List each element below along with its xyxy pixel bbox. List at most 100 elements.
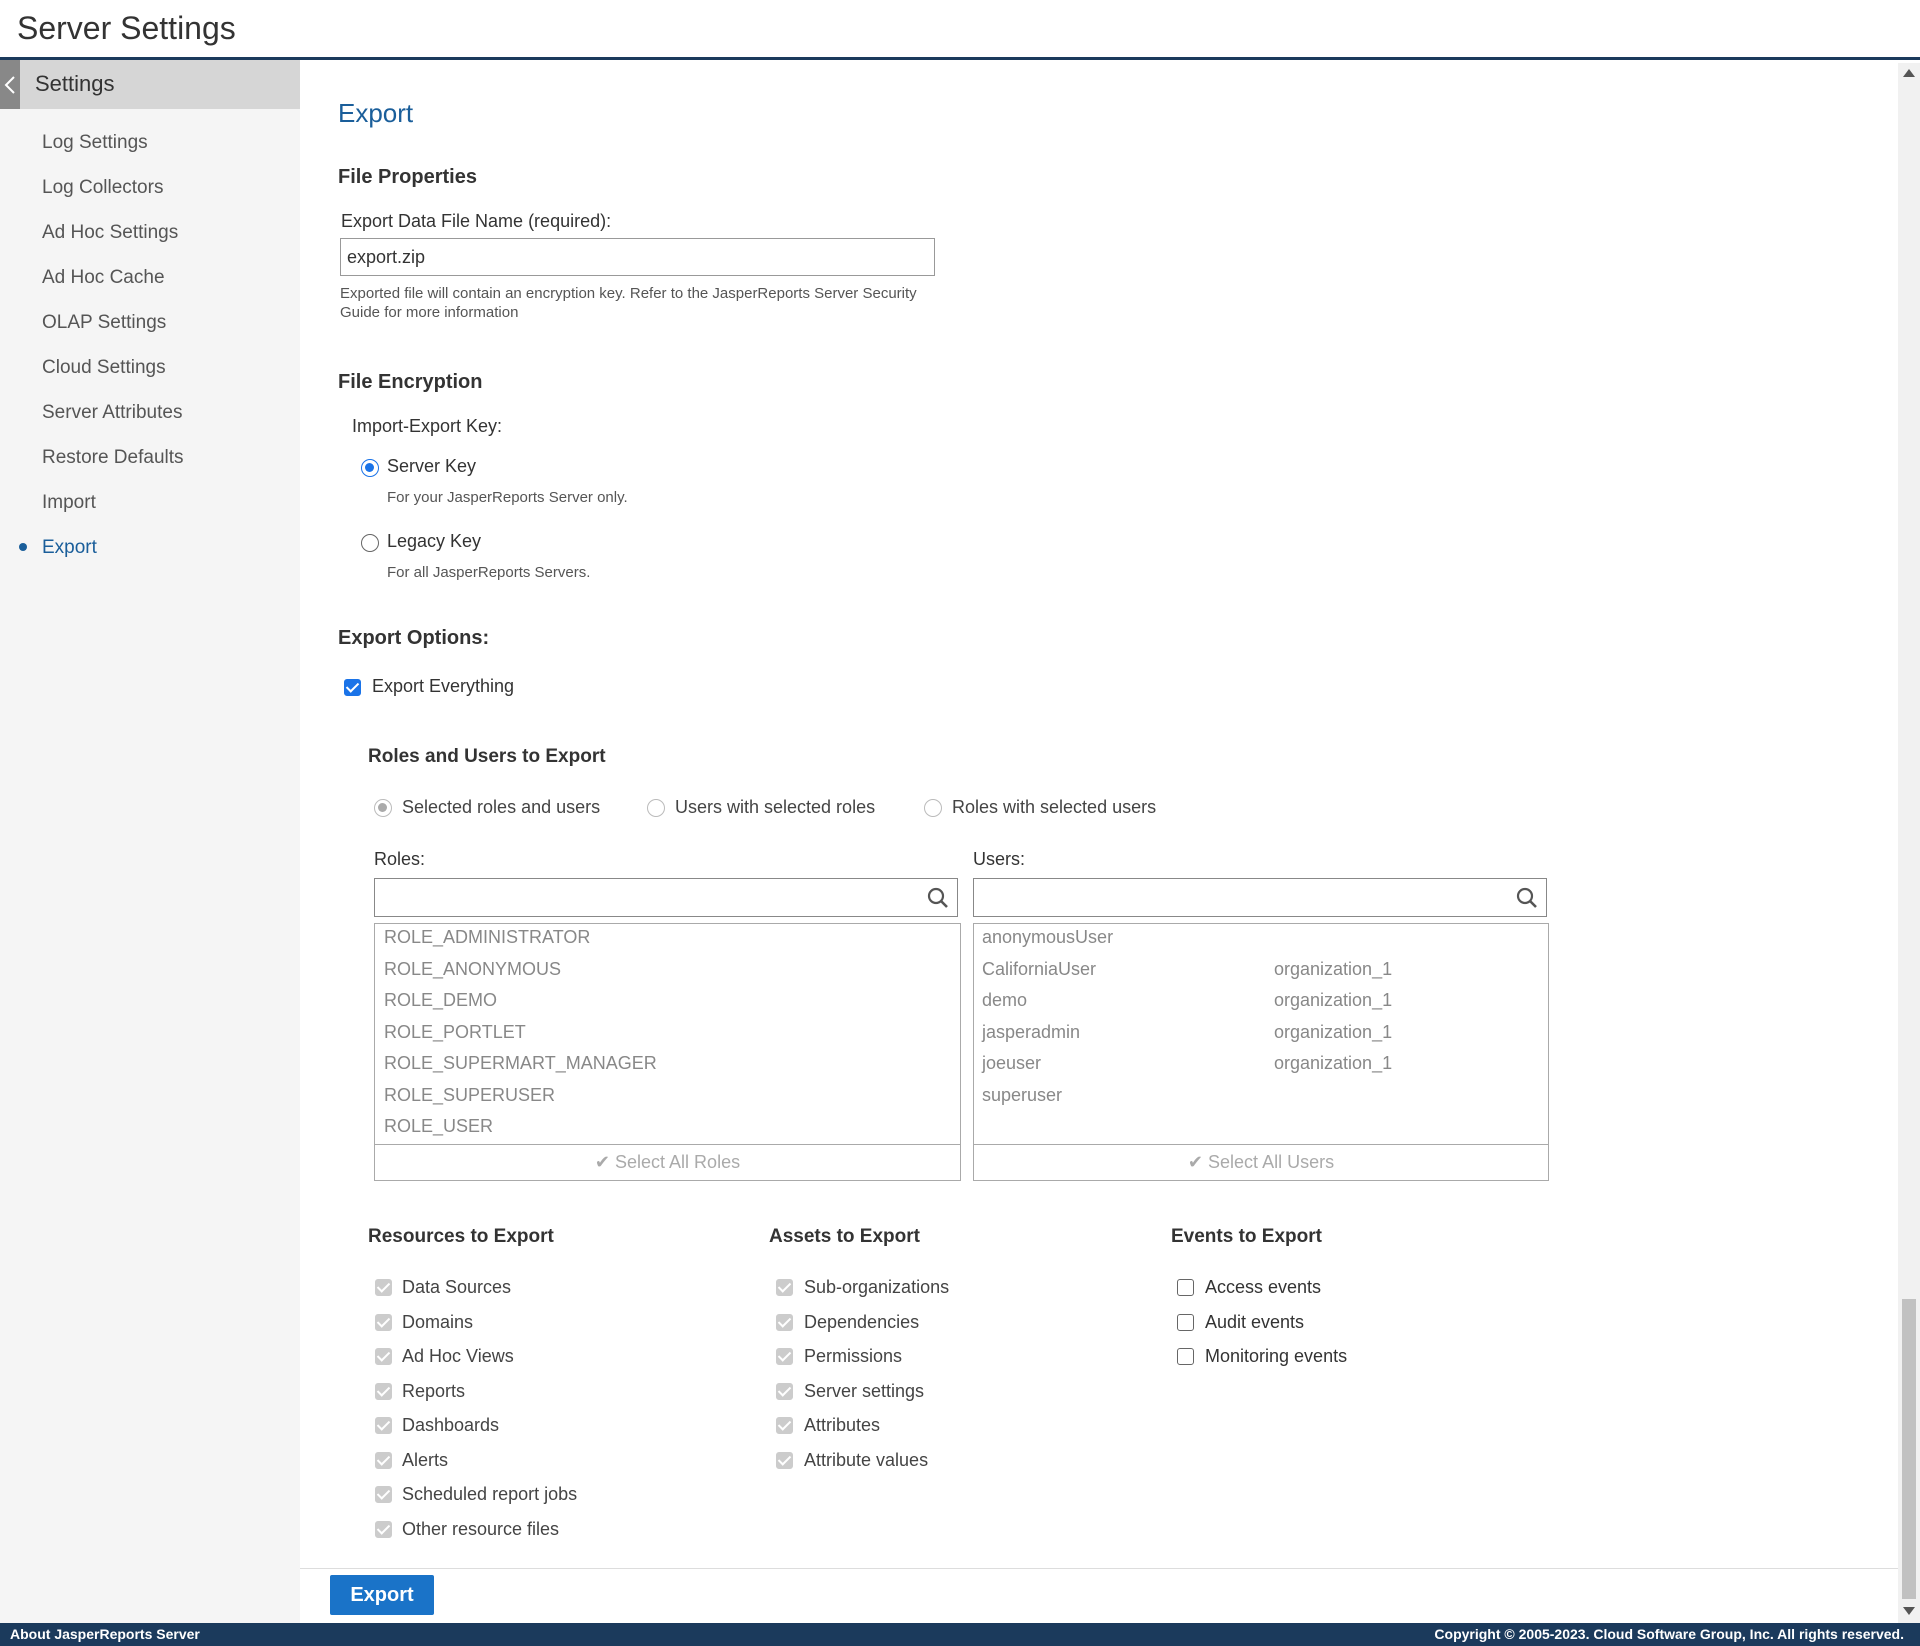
audit-events-checkbox[interactable]	[1177, 1314, 1194, 1331]
list-item[interactable]: CaliforniaUser	[982, 959, 1096, 980]
file-properties-heading: File Properties	[338, 166, 477, 188]
filename-label: Export Data File Name (required):	[341, 211, 612, 231]
sidebar-item-server-attributes[interactable]: Server Attributes	[42, 402, 182, 424]
access-events-checkbox[interactable]	[1177, 1279, 1194, 1296]
mode-users-with-roles-label: Users with selected roles	[675, 797, 876, 817]
resource-label: Ad Hoc Views	[402, 1346, 514, 1366]
resource-label: Scheduled report jobs	[402, 1484, 578, 1504]
resource-checkbox[interactable]	[375, 1417, 392, 1434]
monitoring-events-label: Monitoring events	[1205, 1346, 1348, 1366]
sidebar-item-log-settings[interactable]: Log Settings	[42, 132, 148, 154]
monitoring-events-checkbox[interactable]	[1177, 1348, 1194, 1365]
asset-checkbox[interactable]	[776, 1314, 793, 1331]
list-item[interactable]: ROLE_PORTLET	[384, 1022, 526, 1043]
list-item[interactable]: ROLE_ADMINISTRATOR	[384, 927, 590, 948]
asset-label: Server settings	[804, 1381, 925, 1401]
list-item[interactable]: anonymousUser	[982, 927, 1113, 948]
status-bar: About JasperReports Server Copyright © 2…	[0, 1623, 1920, 1646]
roles-list[interactable]: ROLE_ADMINISTRATOR ROLE_ANONYMOUS ROLE_D…	[374, 923, 961, 1181]
sidebar-item-olap-settings[interactable]: OLAP Settings	[42, 312, 166, 334]
resource-checkbox[interactable]	[375, 1452, 392, 1469]
sidebar-item-adhoc-cache[interactable]: Ad Hoc Cache	[42, 267, 165, 289]
select-all-roles-button[interactable]: ✔ Select All Roles	[375, 1144, 960, 1180]
asset-checkbox[interactable]	[776, 1383, 793, 1400]
vertical-scrollbar[interactable]	[1898, 63, 1920, 1623]
resource-label: Alerts	[402, 1450, 449, 1470]
asset-label: Permissions	[804, 1346, 903, 1366]
sidebar-title: Settings	[35, 71, 115, 96]
collapse-sidebar-button[interactable]	[0, 60, 20, 109]
page-title: Export	[338, 98, 414, 128]
roles-users-heading: Roles and Users to Export	[368, 746, 606, 767]
top-bar: Server Settings	[0, 0, 1920, 60]
export-everything-label: Export Everything	[372, 676, 515, 696]
sidebar-item-import[interactable]: Import	[42, 492, 96, 514]
file-encryption-heading: File Encryption	[338, 371, 483, 393]
check-icon: ✔	[594, 1152, 610, 1172]
export-button[interactable]: Export	[330, 1575, 434, 1615]
search-icon[interactable]	[927, 887, 949, 909]
chevron-left-icon	[4, 75, 15, 94]
list-item[interactable]: ROLE_SUPERUSER	[384, 1085, 555, 1106]
export-everything-checkbox[interactable]	[344, 679, 361, 696]
roles-search-input[interactable]	[374, 878, 958, 917]
events-heading: Events to Export	[1171, 1226, 1322, 1247]
sidebar-item-restore-defaults[interactable]: Restore Defaults	[42, 447, 184, 469]
assets-heading: Assets to Export	[769, 1226, 920, 1247]
server-key-label: Server Key	[387, 456, 477, 476]
list-item[interactable]: joeuser	[982, 1053, 1041, 1074]
export-options-heading: Export Options:	[338, 627, 490, 649]
access-events-label: Access events	[1205, 1277, 1322, 1297]
list-item[interactable]: jasperadmin	[982, 1022, 1080, 1043]
mode-users-with-roles-radio[interactable]	[647, 799, 665, 817]
list-item[interactable]: ROLE_SUPERMART_MANAGER	[384, 1053, 657, 1074]
asset-label: Attribute values	[804, 1450, 929, 1470]
users-search-input[interactable]	[973, 878, 1547, 917]
import-export-key-label: Import-Export Key:	[352, 416, 503, 436]
resource-checkbox[interactable]	[375, 1348, 392, 1365]
audit-events-label: Audit events	[1205, 1312, 1305, 1332]
resource-label: Data Sources	[402, 1277, 512, 1297]
sidebar-item-log-collectors[interactable]: Log Collectors	[42, 177, 163, 199]
resource-label: Other resource files	[402, 1519, 560, 1539]
legacy-key-radio[interactable]	[361, 534, 379, 552]
list-item[interactable]: ROLE_DEMO	[384, 990, 497, 1011]
sidebar-item-export[interactable]: Export	[42, 537, 97, 559]
asset-checkbox[interactable]	[776, 1452, 793, 1469]
asset-checkbox[interactable]	[776, 1279, 793, 1296]
sidebar: Settings Log Settings Log Collectors Ad …	[0, 60, 300, 1623]
mode-roles-with-users-radio[interactable]	[924, 799, 942, 817]
resources-heading: Resources to Export	[368, 1226, 554, 1247]
list-item[interactable]: ROLE_ANONYMOUS	[384, 959, 561, 980]
scroll-down-arrow-icon[interactable]	[1903, 1607, 1915, 1615]
asset-checkbox[interactable]	[776, 1417, 793, 1434]
list-item[interactable]: superuser	[982, 1085, 1062, 1106]
asset-checkbox[interactable]	[776, 1348, 793, 1365]
search-icon[interactable]	[1516, 887, 1538, 909]
resource-checkbox[interactable]	[375, 1521, 392, 1538]
resource-checkbox[interactable]	[375, 1486, 392, 1503]
sidebar-item-cloud-settings[interactable]: Cloud Settings	[42, 357, 166, 379]
filename-input[interactable]	[340, 238, 935, 276]
scrollbar-thumb[interactable]	[1902, 1299, 1916, 1599]
list-item-org: organization_1	[1274, 1053, 1393, 1073]
legacy-key-hint: For all JasperReports Servers.	[387, 564, 591, 581]
mode-selected-roles-users-radio[interactable]	[374, 799, 392, 817]
resource-label: Dashboards	[402, 1415, 500, 1435]
filename-hint-line-1: Exported file will contain an encryption…	[340, 285, 917, 302]
about-link[interactable]: About JasperReports Server	[10, 1626, 200, 1642]
list-item[interactable]: ROLE_USER	[384, 1116, 493, 1137]
asset-label: Attributes	[804, 1415, 881, 1435]
select-all-roles-label: Select All Roles	[615, 1152, 741, 1172]
select-all-users-button[interactable]: ✔ Select All Users	[974, 1144, 1548, 1180]
resource-checkbox[interactable]	[375, 1279, 392, 1296]
resource-checkbox[interactable]	[375, 1383, 392, 1400]
list-item[interactable]: demo	[982, 990, 1027, 1011]
roles-label: Roles:	[374, 849, 426, 869]
scroll-up-arrow-icon[interactable]	[1903, 69, 1915, 77]
action-footer	[300, 1568, 1898, 1623]
server-key-radio[interactable]	[361, 459, 379, 477]
users-list[interactable]: anonymousUser CaliforniaUser organizatio…	[973, 923, 1549, 1181]
sidebar-item-adhoc-settings[interactable]: Ad Hoc Settings	[42, 222, 178, 244]
resource-checkbox[interactable]	[375, 1314, 392, 1331]
